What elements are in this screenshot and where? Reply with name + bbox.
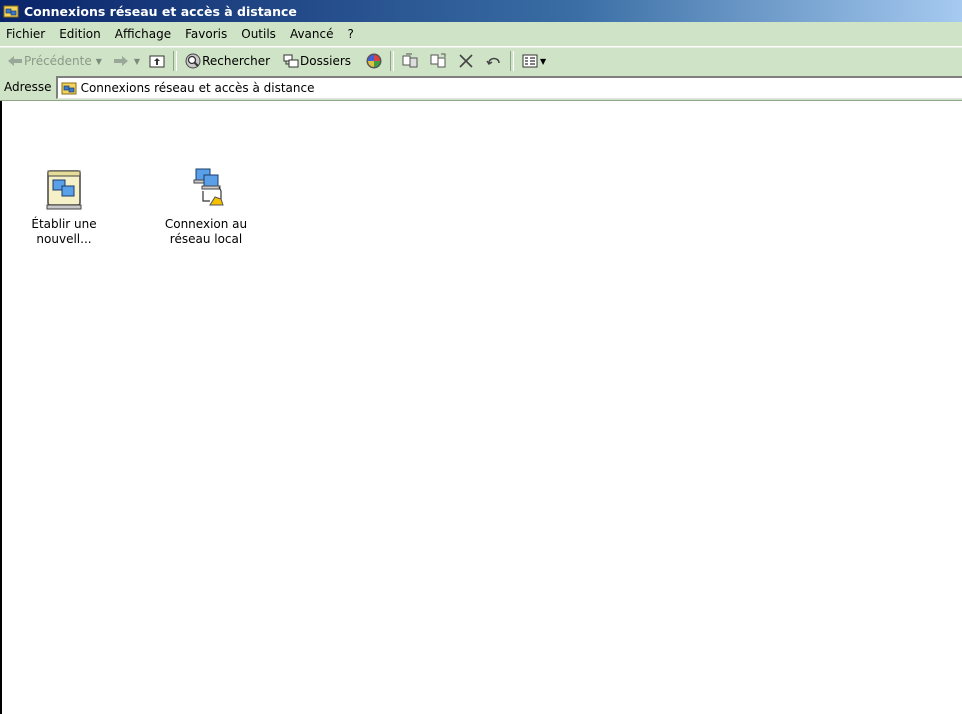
menu-fichier[interactable]: Fichier (0, 24, 52, 44)
new-connection-label: Établir une nouvell... (14, 217, 114, 247)
back-button-label: Précédente (24, 54, 92, 68)
folders-icon (283, 54, 299, 68)
history-button[interactable] (362, 50, 386, 72)
window-title: Connexions réseau et accès à distance (24, 3, 297, 19)
search-icon (185, 53, 201, 69)
item-label-line: nouvell... (36, 232, 92, 246)
copy-to-button[interactable] (426, 50, 450, 72)
item-label-line: réseau local (169, 232, 243, 246)
undo-icon (486, 57, 500, 66)
address-value: Connexions réseau et accès à distance (80, 80, 315, 95)
item-label-line: Connexion au (164, 217, 248, 231)
title-bar[interactable]: Connexions réseau et accès à distance (0, 0, 962, 22)
up-folder-icon (149, 55, 165, 68)
standard-toolbar: Précédente ▼ ▼ Rechercher Dossiers ▼ (0, 47, 962, 75)
lan-connection-label: Connexion au réseau local (156, 217, 256, 247)
views-button[interactable]: ▼ (518, 50, 549, 72)
forward-arrow-icon (113, 56, 128, 66)
address-bar: Adresse Connexions réseau et accès à dis… (0, 74, 962, 101)
menu-edition[interactable]: Edition (52, 24, 108, 44)
move-to-button[interactable] (398, 50, 422, 72)
lan-connection-icon (193, 168, 224, 206)
menu-favoris[interactable]: Favoris (178, 24, 234, 44)
toolbar-separator (173, 51, 178, 71)
history-icon (366, 53, 382, 69)
lan-connection-item[interactable]: Connexion au réseau local (156, 167, 256, 247)
new-connection-icon (46, 170, 82, 210)
copy-to-icon (430, 53, 446, 68)
network-folder-icon (61, 82, 77, 94)
undo-button[interactable] (482, 50, 506, 72)
folders-button-label: Dossiers (300, 54, 352, 68)
delete-button[interactable] (454, 50, 478, 72)
forward-button[interactable]: ▼ (109, 50, 143, 72)
delete-icon (459, 54, 473, 68)
back-arrow-icon (8, 56, 22, 66)
move-to-icon (402, 53, 418, 68)
address-field[interactable]: Connexions réseau et accès à distance (55, 75, 962, 99)
folder-content: Établir une nouvell... Connexion au rése… (0, 101, 962, 714)
menu-outils[interactable]: Outils (234, 24, 283, 44)
back-dropdown-icon[interactable]: ▼ (96, 57, 102, 66)
address-label: Adresse (4, 80, 52, 94)
views-icon (522, 54, 538, 68)
menu-bar: Fichier Edition Affichage Favoris Outils… (0, 22, 962, 47)
views-dropdown-icon[interactable]: ▼ (540, 57, 546, 66)
network-folder-icon (3, 5, 19, 18)
explorer-window: Connexions réseau et accès à distance Fi… (0, 0, 962, 714)
search-button[interactable]: Rechercher (181, 50, 273, 72)
up-button[interactable] (145, 50, 169, 72)
back-button[interactable]: Précédente ▼ (3, 50, 105, 72)
forward-dropdown-icon[interactable]: ▼ (134, 57, 140, 66)
item-label-line: Établir une (31, 217, 97, 231)
menu-help[interactable]: ? (340, 24, 360, 44)
new-connection-item[interactable]: Établir une nouvell... (14, 167, 114, 247)
search-button-label: Rechercher (202, 54, 271, 68)
toolbar-separator (510, 51, 515, 71)
toolbar-separator (390, 51, 395, 71)
menu-avance[interactable]: Avancé (283, 24, 341, 44)
folders-button[interactable]: Dossiers (279, 50, 354, 72)
menu-affichage[interactable]: Affichage (108, 24, 178, 44)
